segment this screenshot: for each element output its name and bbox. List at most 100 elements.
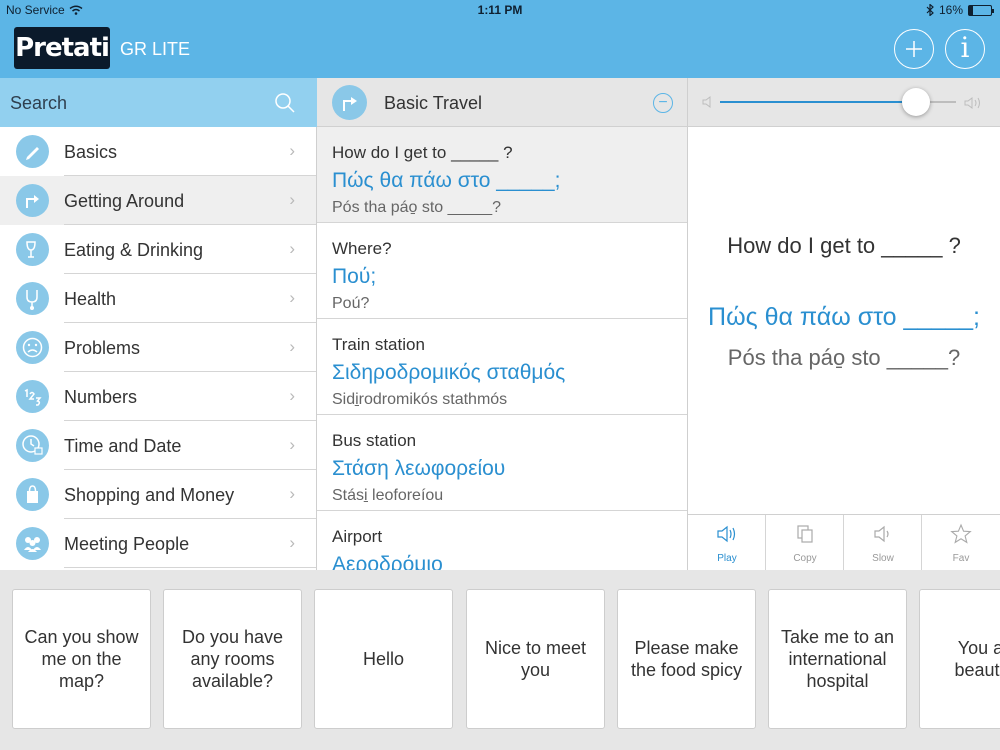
chevron-right-icon: ›: [289, 533, 295, 552]
phrase-greek: Αεροδρόμιο: [332, 553, 443, 570]
glass-icon: [16, 233, 49, 266]
turn-arrow-icon: [16, 184, 49, 217]
phrase-english: Where?: [332, 239, 392, 258]
search-input[interactable]: Search: [10, 93, 67, 114]
speaker-icon: [717, 525, 736, 543]
quick-phrase-card[interactable]: Take me to an international hospital: [768, 589, 907, 729]
sidebar-item-basics[interactable]: Basics ›: [0, 127, 316, 176]
detail-greek: Πώς θα πάω στο _____;: [708, 303, 980, 331]
add-button[interactable]: [894, 29, 934, 69]
app-logo: Pretati: [14, 27, 110, 69]
copy-button[interactable]: Copy: [766, 515, 844, 571]
quick-phrase-card[interactable]: Do you have any rooms available?: [163, 589, 302, 729]
phrase-transliteration: Stási̱ leoforeíou: [332, 487, 444, 504]
chevron-right-icon: ›: [289, 141, 295, 160]
chevron-right-icon: ›: [289, 288, 295, 307]
category-title: Basic Travel: [384, 93, 483, 113]
collapse-button[interactable]: −: [653, 93, 673, 113]
battery-percent: 16%: [938, 3, 963, 17]
play-button[interactable]: Play: [688, 515, 766, 571]
phrase-item[interactable]: Bus station Στάση λεωφορείου Stási̱ leof…: [317, 415, 687, 511]
chevron-right-icon: ›: [289, 435, 295, 454]
divider: [64, 567, 316, 568]
quick-phrase-card[interactable]: Hello: [314, 589, 453, 729]
phrase-item[interactable]: How do I get to _____ ? Πώς θα πάω στο _…: [317, 127, 687, 223]
sad-face-icon: [16, 331, 49, 364]
search-bar[interactable]: Search: [0, 78, 317, 127]
clock-icon: [16, 429, 49, 462]
quick-phrase-card[interactable]: You are beautiful: [919, 589, 1000, 729]
copy-icon: [797, 525, 813, 543]
slow-label: Slow: [872, 553, 894, 564]
chevron-right-icon: ›: [289, 239, 295, 258]
battery-icon: [968, 4, 994, 16]
volume-handle[interactable]: [901, 88, 930, 116]
numbers-icon: [16, 380, 49, 413]
favorite-label: Fav: [952, 553, 970, 564]
sidebar-item-shopping-money[interactable]: Shopping and Money ›: [0, 470, 316, 519]
phrase-greek: Σιδηροδρομικός σταθμός: [332, 361, 566, 384]
stethoscope-icon: [16, 282, 49, 315]
volume-high-icon: [964, 97, 980, 109]
sidebar-item-getting-around[interactable]: Getting Around ›: [0, 176, 316, 225]
people-icon: [16, 527, 49, 560]
phrase-detail: How do I get to _____ ? Πώς θα πάω στο _…: [688, 127, 1000, 514]
speaker-slow-icon: [874, 525, 889, 543]
volume-slider[interactable]: [720, 88, 956, 116]
battery-level: [969, 5, 973, 15]
sidebar-item-label: Shopping and Money: [64, 485, 235, 505]
phrase-english: Train station: [332, 335, 425, 354]
chevron-right-icon: ›: [289, 337, 295, 356]
chevron-right-icon: ›: [289, 386, 295, 405]
bluetooth-icon: [926, 4, 934, 16]
category-sidebar: Basics › Getting Around › Eating & Drink…: [0, 127, 317, 570]
slow-button[interactable]: Slow: [844, 515, 922, 571]
volume-bar: [688, 78, 1000, 127]
phrase-item[interactable]: Where? Πού; Poú?: [317, 223, 687, 319]
chevron-right-icon: ›: [289, 484, 295, 503]
sidebar-item-meeting-people[interactable]: Meeting People ›: [0, 519, 316, 568]
sidebar-item-label: Numbers: [64, 387, 138, 407]
volume-fill: [720, 101, 916, 103]
sidebar-item-eating-drinking[interactable]: Eating & Drinking ›: [0, 225, 316, 274]
info-button[interactable]: i: [945, 29, 985, 69]
phrase-english: How do I get to _____ ?: [332, 143, 513, 162]
chevron-right-icon: ›: [289, 190, 295, 209]
copy-label: Copy: [793, 553, 817, 564]
sidebar-item-label: Getting Around: [64, 191, 185, 211]
quick-phrases: Can you show me on the map? Do you have …: [0, 570, 1000, 750]
phrase-list: How do I get to _____ ? Πώς θα πάω στο _…: [317, 127, 688, 570]
detail-english: How do I get to _____ ?: [727, 233, 961, 258]
play-label: Play: [717, 553, 737, 564]
phrase-greek: Πώς θα πάω στο _____;: [332, 169, 561, 192]
sidebar-item-label: Time and Date: [64, 436, 182, 456]
pen-icon: [16, 135, 49, 168]
quick-phrase-card[interactable]: Can you show me on the map?: [12, 589, 151, 729]
detail-transliteration: Pós tha páo̱ sto _____?: [727, 345, 961, 370]
shopping-bag-icon: [16, 478, 49, 511]
sidebar-item-time-date[interactable]: Time and Date ›: [0, 421, 316, 470]
phrase-greek: Στάση λεωφορείου: [332, 457, 506, 480]
plus-icon: [906, 41, 922, 57]
phrase-english: Airport: [332, 527, 383, 546]
sidebar-item-numbers[interactable]: Numbers ›: [0, 372, 316, 421]
volume-low-icon: [702, 96, 711, 108]
phrase-transliteration: Poú?: [332, 295, 370, 312]
sidebar-item-label: Health: [64, 289, 117, 309]
quick-phrase-card[interactable]: Nice to meet you: [466, 589, 605, 729]
favorite-button[interactable]: Fav: [922, 515, 1000, 571]
quick-phrase-card[interactable]: Please make the food spicy: [617, 589, 756, 729]
sidebar-item-label: Problems: [64, 338, 141, 358]
app-header: Pretati GR LITE i: [0, 20, 1000, 78]
category-header: Basic Travel −: [317, 78, 688, 127]
phrase-item[interactable]: Airport Αεροδρόμιο: [317, 511, 687, 570]
action-bar: Play Copy Slow Fav: [688, 514, 1000, 571]
sidebar-item-label: Meeting People: [64, 534, 190, 554]
phrase-item[interactable]: Train station Σιδηροδρομικός σταθμός Sid…: [317, 319, 687, 415]
sidebar-item-health[interactable]: Health ›: [0, 274, 316, 323]
clock: 1:11 PM: [477, 3, 523, 17]
edition-label: GR LITE: [120, 39, 191, 59]
phrase-english: Bus station: [332, 431, 417, 450]
search-icon[interactable]: [274, 92, 296, 114]
sidebar-item-problems[interactable]: Problems ›: [0, 323, 316, 372]
